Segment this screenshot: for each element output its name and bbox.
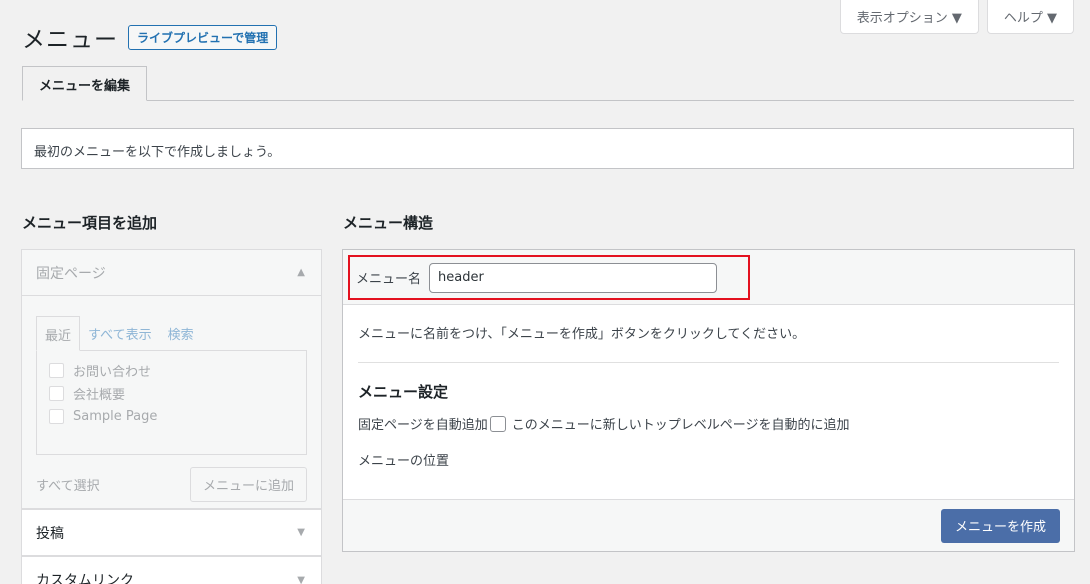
pages-checklist: お問い合わせ 会社概要 Sample Page [36,350,307,455]
page-title: メニュー [22,27,118,53]
screen-options-button[interactable]: 表示オプション ▼ [839,0,979,34]
menu-name-highlight: メニュー名 header [348,255,750,300]
accordion-pages: 固定ページ ▲ 最近 すべて表示 検索 お問い合わせ 会社概要 Sample P… [21,249,322,509]
menu-name-label: メニュー名 [356,272,422,287]
accordion-posts: 投稿 ▼ [21,509,322,556]
menu-instruction: メニューに名前をつけ、「メニューを作成」ボタンをクリックしてください。 [358,305,1059,363]
page-label: Sample Page [73,409,158,424]
pages-tabs: 最近 すべて表示 検索 [36,316,307,351]
notice-message: 最初のメニューを以下で作成しましょう。 [21,128,1074,169]
add-menu-items-panel: 固定ページ ▲ 最近 すべて表示 検索 お問い合わせ 会社概要 Sample P… [21,249,322,584]
accordion-pages-header[interactable]: 固定ページ ▲ [22,250,321,296]
page-header: メニュー ライブプレビューで管理 [22,20,278,54]
menu-settings-title: メニュー設定 [358,383,449,401]
chevron-down-icon: ▼ [297,574,305,584]
tab-edit-menus[interactable]: メニューを編集 [22,66,148,101]
pages-footer: すべて選択 メニューに追加 [36,467,307,502]
tab-recent[interactable]: 最近 [36,316,81,351]
list-item[interactable]: 会社概要 [49,382,294,405]
help-button[interactable]: ヘルプ ▼ [986,0,1074,34]
chevron-down-icon: ▼ [297,527,305,538]
menu-name-bar: メニュー名 header [343,250,1074,305]
add-menu-items-title: メニュー項目を追加 [22,214,158,232]
tab-view-all[interactable]: すべて表示 [80,316,160,350]
auto-add-label: 固定ページを自動追加 [358,418,488,433]
accordion-custom-links-label: カスタムリンク [36,573,134,584]
accordion-posts-header[interactable]: 投稿 ▼ [22,510,321,556]
accordion-pages-body: 最近 すべて表示 検索 お問い合わせ 会社概要 Sample Page すべて選… [22,296,321,509]
screen-meta-links: 表示オプション ▼ ヘルプ ▼ [839,0,1074,34]
accordion-custom-links: カスタムリンク ▼ [21,556,322,584]
menu-body: メニューに名前をつけ、「メニューを作成」ボタンをクリックしてください。 メニュー… [343,305,1074,469]
list-item[interactable]: お問い合わせ [49,359,294,382]
auto-add-checkbox[interactable] [489,415,506,432]
auto-add-description: このメニューに新しいトップレベルページを自動的に追加 [511,418,850,433]
menu-name-input[interactable]: header [429,262,718,293]
page-checkbox[interactable] [49,363,64,378]
list-item[interactable]: Sample Page [49,405,294,428]
menu-footer: メニューを作成 [343,499,1074,551]
accordion-pages-label: 固定ページ [36,265,106,282]
accordion-posts-label: 投稿 [36,525,64,542]
live-preview-button[interactable]: ライブプレビューで管理 [128,24,278,50]
tab-search[interactable]: 検索 [160,316,202,350]
menu-structure-title: メニュー構造 [343,214,434,232]
chevron-up-icon: ▲ [297,267,305,278]
page-label: お問い合わせ [73,365,152,380]
select-all-link[interactable]: すべて選択 [36,475,100,494]
page-checkbox[interactable] [49,386,64,401]
create-menu-button[interactable]: メニューを作成 [940,508,1060,543]
menu-structure-panel: メニュー名 header メニューに名前をつけ、「メニューを作成」ボタンをクリッ… [342,249,1075,552]
nav-tabs: メニューを編集 [22,62,1074,101]
accordion-custom-links-header[interactable]: カスタムリンク ▼ [22,557,321,584]
page-checkbox[interactable] [49,409,64,424]
auto-add-row: 固定ページを自動追加 このメニューに新しいトップレベルページを自動的に追加 [358,414,1059,433]
add-to-menu-button[interactable]: メニューに追加 [189,467,307,502]
page-label: 会社概要 [73,388,126,403]
menu-location-label: メニューの位置 [358,454,450,469]
